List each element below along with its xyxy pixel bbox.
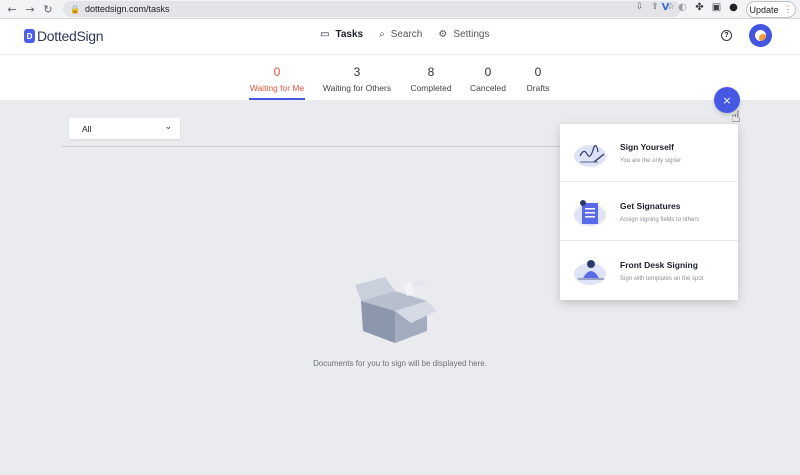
tab-count: 0 xyxy=(484,65,492,79)
menu-item-desc: Sign with templates on the spot xyxy=(620,276,704,282)
install-icon[interactable]: ⇩ xyxy=(636,2,644,12)
nav-tasks-label: Tasks xyxy=(335,29,364,40)
avatar[interactable] xyxy=(749,24,772,47)
tab-completed[interactable]: 8 Completed xyxy=(407,65,455,93)
app-header: D DottedSign ▭ Tasks ⌕ Search ⚙ Settings… xyxy=(0,19,800,54)
url-text: dottedsign.com/tasks xyxy=(84,4,170,14)
tab-label: Canceled xyxy=(470,83,506,93)
help-icon[interactable]: ? xyxy=(721,30,732,41)
color-extension-icon[interactable]: ◐ xyxy=(677,2,688,13)
menu-item-title: Sign Yourself xyxy=(620,142,675,152)
menu-item-title: Front Desk Signing xyxy=(620,260,698,270)
profile-icon[interactable]: ● xyxy=(728,2,739,13)
search-icon: ⌕ xyxy=(379,29,385,40)
tab-count: 0 xyxy=(273,65,281,79)
tab-waiting-for-me[interactable]: 0 Waiting for Me xyxy=(249,65,305,93)
vpn-extension-icon[interactable]: V xyxy=(660,2,671,13)
active-tab-indicator xyxy=(249,98,305,100)
menu-item-sign-yourself[interactable]: Sign Yourself You are the only signer xyxy=(560,124,738,182)
signature-illustration-icon xyxy=(574,144,606,167)
browser-toolbar: ← → ↻ 🔒 dottedsign.com/tasks ⇩ ⇪ ☆ V ◐ ✤… xyxy=(0,0,800,19)
tab-waiting-for-others[interactable]: 3 Waiting for Others xyxy=(322,65,392,93)
more-menu-icon[interactable]: ⋮ xyxy=(784,4,793,15)
nav-search[interactable]: ⌕ Search xyxy=(379,29,422,40)
desk-signer-illustration-icon xyxy=(574,260,606,285)
tab-canceled[interactable]: 0 Canceled xyxy=(468,65,508,93)
logo[interactable]: D DottedSign xyxy=(24,28,104,44)
logo-text: DottedSign xyxy=(37,28,104,44)
document-illustration-icon xyxy=(574,200,606,226)
puzzle-extensions-icon[interactable]: ✤ xyxy=(694,2,705,13)
tab-label: Drafts xyxy=(526,83,550,93)
sidebar-toggle-icon[interactable]: ▣ xyxy=(711,2,722,13)
menu-item-title: Get Signatures xyxy=(620,201,681,211)
gear-icon: ⚙ xyxy=(438,29,448,40)
filter-value: All xyxy=(82,123,92,134)
avatar-logo-icon xyxy=(755,30,766,41)
menu-item-front-desk-signing[interactable]: Front Desk Signing Sign with templates o… xyxy=(560,242,738,300)
nav-settings[interactable]: ⚙ Settings xyxy=(438,29,489,40)
tab-label: Waiting for Me xyxy=(249,83,305,93)
tab-count: 8 xyxy=(427,65,435,79)
inbox-icon: ▭ xyxy=(320,29,330,40)
menu-item-desc: Assign signing fields to others xyxy=(620,217,700,223)
extensions: V ◐ ✤ ▣ ● xyxy=(660,2,739,13)
menu-item-get-signatures[interactable]: Get Signatures Assign signing fields to … xyxy=(560,183,738,241)
menu-item-desc: You are the only signer xyxy=(620,158,682,164)
back-icon[interactable]: ← xyxy=(3,0,21,18)
lock-icon: 🔒 xyxy=(70,4,80,14)
chevron-down-icon: ⌄ xyxy=(164,122,172,132)
update-label: Update xyxy=(749,4,779,15)
list-divider xyxy=(62,146,562,147)
browser-nav: ← → ↻ xyxy=(3,0,57,18)
nav-search-label: Search xyxy=(390,29,423,40)
empty-state-message: Documents for you to sign will be displa… xyxy=(313,359,487,368)
forward-icon[interactable]: → xyxy=(21,0,39,18)
update-button[interactable]: Update ⋮ xyxy=(746,1,796,18)
tab-drafts[interactable]: 0 Drafts xyxy=(522,65,554,93)
reload-icon[interactable]: ↻ xyxy=(39,0,57,18)
tab-label: Waiting for Others xyxy=(322,83,392,93)
logo-mark-icon: D xyxy=(24,29,35,43)
tab-count: 3 xyxy=(353,65,361,79)
filter-select[interactable]: All ⌄ xyxy=(69,118,180,139)
tab-label: Completed xyxy=(410,83,452,93)
tab-count: 0 xyxy=(534,65,542,79)
empty-box-illustration xyxy=(355,275,437,350)
share-icon[interactable]: ⇪ xyxy=(651,2,659,12)
address-bar[interactable]: 🔒 dottedsign.com/tasks ⇩ ⇪ ☆ xyxy=(63,1,681,17)
main-nav: ▭ Tasks ⌕ Search ⚙ Settings xyxy=(320,29,489,40)
create-menu: Sign Yourself You are the only signer Ge… xyxy=(560,124,738,300)
nav-tasks[interactable]: ▭ Tasks xyxy=(320,29,363,40)
status-tabs: 0 Waiting for Me 3 Waiting for Others 8 … xyxy=(0,54,800,100)
nav-settings-label: Settings xyxy=(453,29,490,40)
